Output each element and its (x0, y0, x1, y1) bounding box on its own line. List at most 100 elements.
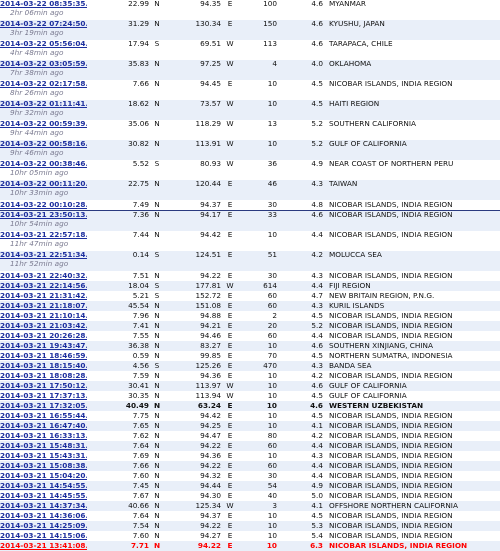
datetime-link[interactable]: 2014-03-22 01:11:41.0 (0, 100, 87, 108)
magnitude-cell: 4.3 (277, 301, 323, 311)
datetime-link[interactable]: 2014-03-21 14:37:34.0 (0, 501, 87, 510)
datetime-link[interactable]: 2014-03-21 17:37:13.0 (0, 391, 87, 400)
datetime-link[interactable]: 2014-03-22 00:10:28.0 (0, 200, 87, 209)
latitude-cell: 5.52 (132, 160, 149, 168)
datetime-link[interactable]: 2014-03-21 17:50:12.0 (0, 381, 87, 390)
lon-hemisphere-cell: E (227, 531, 233, 540)
region-cell: NICOBAR ISLANDS, INDIA REGION (329, 331, 453, 340)
longitude-cell: 94.22 (165, 521, 221, 531)
region-cell: NICOBAR ISLANDS, INDIA REGION (323, 541, 500, 551)
datetime-link[interactable]: 2014-03-21 16:47:40.0 (0, 421, 87, 430)
lat-hemisphere-cell: N (154, 371, 160, 380)
region-cell: MOLUCCA SEA (323, 251, 500, 271)
lon-hemisphere-cell: E (227, 491, 233, 500)
datetime-link[interactable]: 2014-03-21 16:33:13.0 (0, 431, 87, 440)
datetime-cell: 2014-03-21 23:50:13.0 10hr 54min ago (0, 210, 87, 231)
datetime-cell: 2014-03-21 22:14:56.7 (0, 281, 87, 291)
datetime-link[interactable]: 2014-03-22 02:17:58.6 (0, 80, 87, 88)
magnitude-cell: 4.6 (277, 341, 323, 351)
region-cell: NICOBAR ISLANDS, INDIA REGION (329, 431, 453, 440)
region-cell: KURIL ISLANDS (323, 301, 500, 311)
region-cell: NICOBAR ISLANDS, INDIA REGION (329, 471, 453, 480)
datetime-link[interactable]: 2014-03-21 15:04:20.0 (0, 471, 87, 480)
region-cell: SOUTHERN CALIFORNIA (329, 120, 417, 128)
datetime-link[interactable]: 2014-03-21 21:18:07.0 (0, 301, 87, 310)
datetime-link[interactable]: 2014-03-21 18:15:40.0 (0, 361, 87, 370)
region-cell: SOUTHERN XINJIANG, CHINA (323, 341, 500, 351)
longitude-cell: 94.45 (200, 80, 221, 88)
quake-row: 2014-03-22 08:35:35.0 2hr 06min ago 22.99… (0, 0, 500, 20)
datetime-link[interactable]: 2014-03-21 15:48:31.0 (0, 441, 87, 450)
longitude-cell: 94.88 (200, 311, 221, 320)
magnitude-cell: 4.9 (277, 481, 323, 491)
datetime-link[interactable]: 2014-03-21 22:57:18.0 (0, 231, 87, 239)
lon-hemisphere-cell: E (221, 461, 239, 471)
datetime-link[interactable]: 2014-03-21 22:51:34.6 (0, 251, 87, 259)
region-cell: NICOBAR ISLANDS, INDIA REGION (323, 421, 500, 431)
time-ago: 4hr 48min ago (10, 48, 64, 57)
latitude-cell: 7.45 (87, 481, 149, 491)
lon-hemisphere-cell: E (221, 301, 239, 311)
datetime-link[interactable]: 2014-03-21 19:43:47.0 (0, 341, 87, 350)
datetime-link[interactable]: 2014-03-21 21:10:14.0 (0, 311, 87, 320)
datetime-link[interactable]: 2014-03-22 00:38:46.0 (0, 160, 87, 168)
latitude-cell: 4.56 (87, 361, 149, 371)
longitude-cell: 177.81 (165, 281, 221, 291)
datetime-link[interactable]: 2014-03-21 13:41:08.0 (0, 541, 87, 550)
datetime-link[interactable]: 2014-03-21 15:08:38.4 (0, 461, 87, 470)
datetime-link[interactable]: 2014-03-21 18:46:59.0 (0, 351, 87, 360)
datetime-link[interactable]: 2014-03-21 14:15:06.0 (0, 531, 87, 540)
datetime-link[interactable]: 2014-03-22 03:05:59.0 (0, 60, 87, 68)
longitude-cell: 83.27 (165, 341, 221, 351)
datetime-link[interactable]: 2014-03-21 18:08:28.0 (0, 371, 87, 380)
datetime-link[interactable]: 2014-03-21 22:40:32.0 (0, 271, 87, 280)
datetime-link[interactable]: 2014-03-22 00:58:16.0 (0, 140, 87, 148)
magnitude-cell: 4.5 (311, 351, 323, 360)
region-cell: NEW BRITAIN REGION, P.N.G. (329, 291, 435, 300)
depth-cell: 10 (267, 231, 277, 239)
datetime-link[interactable]: 2014-03-21 21:31:42.0 (0, 291, 87, 300)
lat-hemisphere-cell: N (154, 311, 160, 320)
datetime-link[interactable]: 2014-03-22 07:24:50.0 (0, 20, 87, 28)
quake-row: 2014-03-21 14:37:34.0 40.66 N 125.34 W 3… (0, 501, 500, 511)
datetime-link[interactable]: 2014-03-21 16:55:44.0 (0, 411, 87, 420)
lon-hemisphere-cell: E (227, 311, 233, 320)
longitude-cell: 94.30 (200, 491, 221, 500)
datetime-cell: 2014-03-21 15:43:31.0 (0, 451, 87, 461)
datetime-link[interactable]: 2014-03-22 00:59:39.0 (0, 120, 87, 128)
longitude-cell: 94.42 (200, 411, 221, 420)
datetime-link[interactable]: 2014-03-21 14:45:55.0 (0, 491, 87, 500)
longitude-cell: 99.85 (200, 351, 221, 360)
datetime-cell: 2014-03-21 18:08:28.0 (0, 371, 87, 381)
depth-cell: 54 (239, 481, 277, 491)
magnitude-cell: 4.1 (277, 501, 323, 511)
quake-row: 2014-03-21 23:50:13.0 10hr 54min ago 7.36… (0, 210, 500, 231)
time-ago: 3hr 19min ago (10, 28, 64, 37)
latitude-cell: 7.60 (132, 471, 149, 480)
lat-hemisphere-cell: N (154, 451, 160, 460)
datetime-link[interactable]: 2014-03-22 08:35:35.0 (0, 0, 87, 8)
lon-hemisphere-cell: E (227, 451, 233, 460)
datetime-link[interactable]: 2014-03-21 21:03:42.0 (0, 321, 87, 330)
magnitude-cell: 4.4 (277, 281, 323, 291)
latitude-cell: 7.54 (87, 521, 149, 531)
datetime-link[interactable]: 2014-03-21 14:54:55.0 (0, 481, 87, 490)
datetime-link[interactable]: 2014-03-21 22:14:56.7 (0, 281, 87, 290)
datetime-link[interactable]: 2014-03-21 14:36:06.0 (0, 511, 87, 520)
datetime-link[interactable]: 2014-03-21 20:26:28.0 (0, 331, 87, 340)
magnitude-cell: 4.2 (311, 431, 323, 440)
latitude-cell: 7.36 (87, 210, 149, 231)
datetime-link[interactable]: 2014-03-21 15:43:31.0 (0, 451, 87, 460)
time-ago: 9hr 32min ago (10, 108, 64, 117)
datetime-link[interactable]: 2014-03-22 00:11:20.6 (0, 180, 87, 188)
longitude-cell: 94.22 (165, 461, 221, 471)
magnitude-cell: 4.2 (311, 371, 323, 380)
datetime-link[interactable]: 2014-03-21 17:32:05.0 (0, 401, 87, 410)
magnitude-cell: 4.5 (277, 100, 323, 120)
region-cell: NICOBAR ISLANDS, INDIA REGION (329, 80, 453, 88)
lon-hemisphere-cell: W (226, 160, 234, 168)
datetime-cell: 2014-03-21 16:33:13.0 (0, 431, 87, 441)
datetime-link[interactable]: 2014-03-22 05:56:04.0 (0, 40, 87, 48)
datetime-link[interactable]: 2014-03-21 14:25:09.0 (0, 521, 87, 530)
datetime-link[interactable]: 2014-03-21 23:50:13.0 (0, 211, 87, 219)
